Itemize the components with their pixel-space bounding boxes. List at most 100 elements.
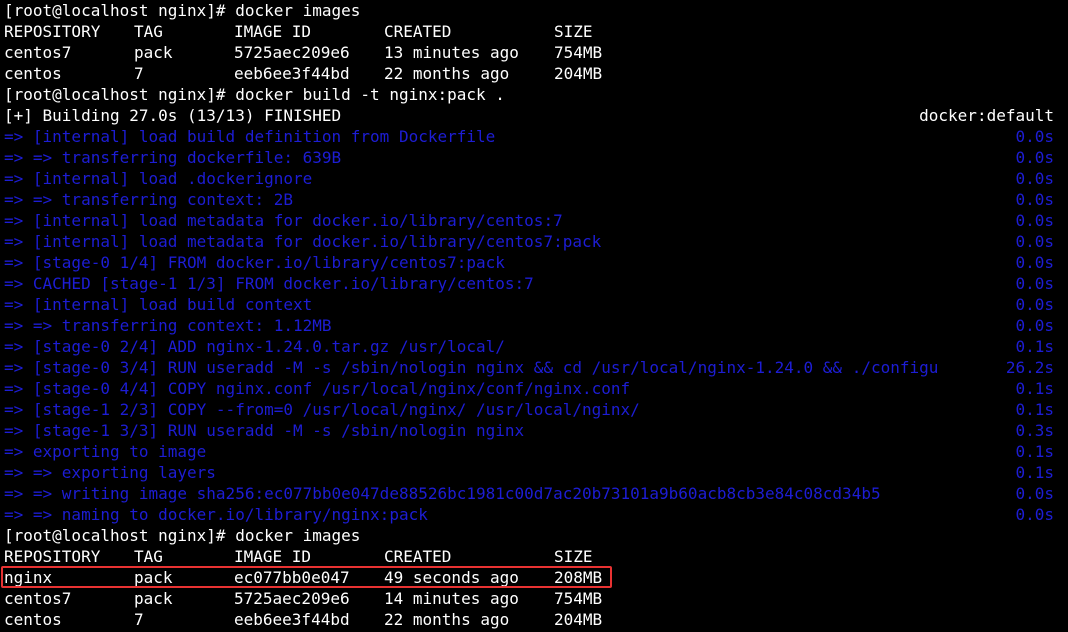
- build-step-text: => => naming to docker.io/library/nginx:…: [4, 505, 428, 524]
- build-step-text: => [stage-0 1/4] FROM docker.io/library/…: [4, 253, 505, 272]
- build-step-line: => => exporting layers 0.1s: [4, 462, 1068, 483]
- build-step-line: => [internal] load metadata for docker.i…: [4, 210, 1068, 231]
- build-step-time: 0.0s: [1015, 169, 1054, 188]
- build-step-line: => [stage-0 3/4] RUN useradd -M -s /sbin…: [4, 357, 1068, 378]
- table-row: centos 7 eeb6ee3f44bd 22 months ago 204MB: [4, 63, 1068, 84]
- build-step-time: 0.0s: [1015, 274, 1054, 293]
- build-status: [+] Building 27.0s (13/13) FINISHED: [4, 106, 342, 125]
- build-step-text: => [internal] load .dockerignore: [4, 169, 313, 188]
- build-step-line: => [internal] load build context 0.0s: [4, 294, 1068, 315]
- shell-prompt: [root@localhost nginx]#: [4, 1, 236, 20]
- cell-repository: centos7: [4, 43, 72, 62]
- build-step-time: 0.0s: [1015, 127, 1054, 146]
- header-tag: TAG: [134, 22, 163, 41]
- cell-repository: centos7: [4, 589, 72, 608]
- build-step-text: => => transferring dockerfile: 639B: [4, 148, 342, 167]
- build-step-text: => => exporting layers: [4, 463, 216, 482]
- build-step-text: => [stage-1 2/3] COPY --from=0 /usr/loca…: [4, 400, 640, 419]
- cell-repository: nginx: [4, 568, 53, 587]
- build-step-time: 0.0s: [1015, 295, 1054, 314]
- build-step-line: => [internal] load build definition from…: [4, 126, 1068, 147]
- cell-image-id: ec077bb0e047: [234, 568, 350, 587]
- build-step-time: 0.0s: [1015, 253, 1054, 272]
- shell-prompt: [root@localhost nginx]#: [4, 526, 236, 545]
- build-step-text: => [stage-0 4/4] COPY nginx.conf /usr/lo…: [4, 379, 631, 398]
- cell-created: 49 seconds ago: [384, 568, 519, 587]
- table-header: REPOSITORY TAG IMAGE ID CREATED SIZE: [4, 546, 1068, 567]
- cell-repository: centos: [4, 64, 62, 83]
- header-created: CREATED: [384, 22, 452, 41]
- command-text: docker images: [235, 1, 361, 20]
- build-step-time: 0.0s: [1015, 190, 1054, 209]
- build-step-text: => [internal] load metadata for docker.i…: [4, 232, 602, 251]
- header-size: SIZE: [554, 22, 593, 41]
- build-step-line: => exporting to image 0.1s: [4, 441, 1068, 462]
- cell-tag: 7: [134, 64, 144, 83]
- command-line: [root@localhost nginx]# docker images: [4, 0, 1068, 21]
- cell-tag: pack: [134, 589, 173, 608]
- header-size: SIZE: [554, 547, 593, 566]
- build-step-text: => => writing image sha256:ec077bb0e047d…: [4, 484, 881, 503]
- cell-created: 14 minutes ago: [384, 589, 519, 608]
- build-step-time: 0.1s: [1015, 442, 1054, 461]
- cell-tag: 7: [134, 610, 144, 629]
- command-line: [root@localhost nginx]# docker images: [4, 525, 1068, 546]
- build-step-line: => => transferring dockerfile: 639B 0.0s: [4, 147, 1068, 168]
- build-step-time: 0.1s: [1015, 337, 1054, 356]
- cell-created: 22 months ago: [384, 610, 510, 629]
- build-step-line: => [stage-1 2/3] COPY --from=0 /usr/loca…: [4, 399, 1068, 420]
- build-step-time: 0.3s: [1015, 421, 1054, 440]
- terminal-window[interactable]: [root@localhost nginx]# docker images RE…: [0, 0, 1068, 632]
- build-step-time: 0.0s: [1015, 505, 1054, 524]
- table-row: centos7 pack 5725aec209e6 13 minutes ago 754…: [4, 42, 1068, 63]
- cell-created: 13 minutes ago: [384, 43, 519, 62]
- cell-size: 208MB: [554, 568, 603, 587]
- shell-prompt: [root@localhost nginx]#: [4, 85, 236, 104]
- build-step-line: => CACHED [stage-1 1/3] FROM docker.io/l…: [4, 273, 1068, 294]
- command-line: [root@localhost nginx]# docker build -t …: [4, 84, 1068, 105]
- build-step-text: => [internal] load metadata for docker.i…: [4, 211, 563, 230]
- build-step-text: => [stage-0 2/4] ADD nginx-1.24.0.tar.gz…: [4, 337, 505, 356]
- table-row: centos 7 eeb6ee3f44bd 22 months ago 204MB: [4, 609, 1068, 630]
- header-tag: TAG: [134, 547, 163, 566]
- build-step-time: 0.1s: [1015, 379, 1054, 398]
- cell-repository: centos: [4, 610, 62, 629]
- cell-image-id: 5725aec209e6: [234, 43, 350, 62]
- build-step-text: => [internal] load build context: [4, 295, 313, 314]
- build-step-text: => => transferring context: 2B: [4, 190, 293, 209]
- cell-size: 754MB: [554, 43, 603, 62]
- cell-image-id: 5725aec209e6: [234, 589, 350, 608]
- build-context: docker:default: [919, 106, 1054, 125]
- build-step-line: => [stage-1 3/3] RUN useradd -M -s /sbin…: [4, 420, 1068, 441]
- build-step-time: 0.0s: [1015, 484, 1054, 503]
- build-step-line: => => transferring context: 2B 0.0s: [4, 189, 1068, 210]
- table-row: centos7 pack 5725aec209e6 14 minutes ago 754…: [4, 588, 1068, 609]
- build-step-text: => exporting to image: [4, 442, 207, 461]
- cell-tag: pack: [134, 43, 173, 62]
- build-step-text: => [internal] load build definition from…: [4, 127, 496, 146]
- build-step-time: 0.0s: [1015, 148, 1054, 167]
- command-text: docker images: [235, 526, 361, 545]
- build-step-text: => [stage-1 3/3] RUN useradd -M -s /sbin…: [4, 421, 525, 440]
- header-repository: REPOSITORY: [4, 547, 101, 566]
- cell-size: 204MB: [554, 64, 603, 83]
- table-header: REPOSITORY TAG IMAGE ID CREATED SIZE: [4, 21, 1068, 42]
- build-step-time: 0.0s: [1015, 232, 1054, 251]
- build-step-line: => => naming to docker.io/library/nginx:…: [4, 504, 1068, 525]
- build-step-line: => [internal] load .dockerignore 0.0s: [4, 168, 1068, 189]
- table-row: nginx pack ec077bb0e047 49 seconds ago 208MB: [4, 567, 1068, 588]
- build-step-line: => => transferring context: 1.12MB 0.0s: [4, 315, 1068, 336]
- build-step-text: => CACHED [stage-1 1/3] FROM docker.io/l…: [4, 274, 534, 293]
- build-status-line: [+] Building 27.0s (13/13) FINISHED docke…: [4, 105, 1068, 126]
- build-step-line: => [internal] load metadata for docker.i…: [4, 231, 1068, 252]
- header-created: CREATED: [384, 547, 452, 566]
- build-step-time: 0.0s: [1015, 316, 1054, 335]
- build-step-text: => [stage-0 3/4] RUN useradd -M -s /sbin…: [4, 358, 939, 377]
- build-step-time: 0.1s: [1015, 400, 1054, 419]
- header-image-id: IMAGE ID: [234, 547, 312, 566]
- cell-size: 754MB: [554, 589, 603, 608]
- build-output: => [internal] load build definition from…: [4, 126, 1068, 525]
- build-step-line: => [stage-0 4/4] COPY nginx.conf /usr/lo…: [4, 378, 1068, 399]
- build-step-line: => => writing image sha256:ec077bb0e047d…: [4, 483, 1068, 504]
- build-step-line: => [stage-0 1/4] FROM docker.io/library/…: [4, 252, 1068, 273]
